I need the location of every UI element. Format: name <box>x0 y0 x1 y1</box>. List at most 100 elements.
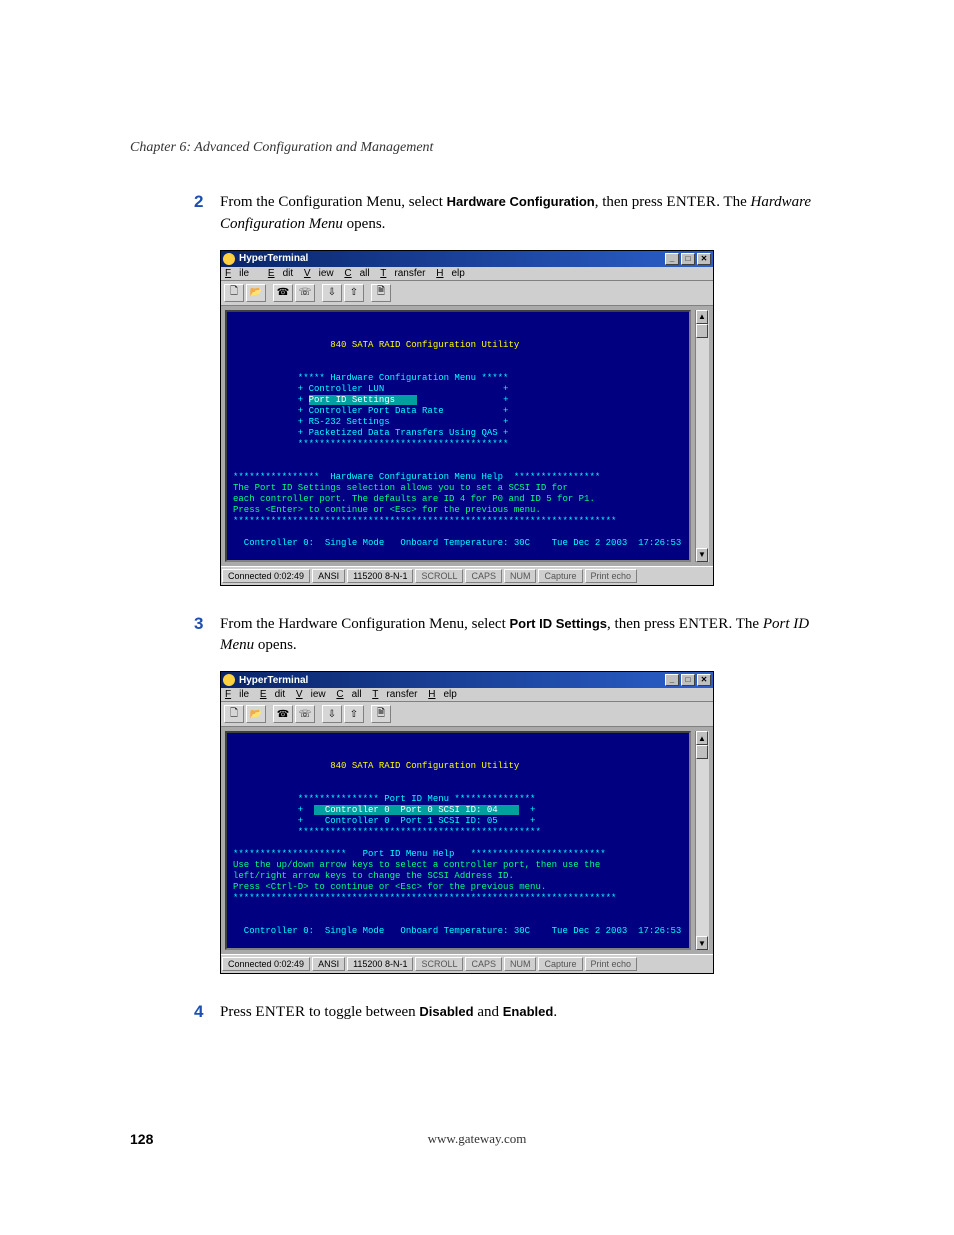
scrollbar[interactable]: ▲ ▼ <box>695 310 709 562</box>
term-line1: + Controller 0 Port 0 SCSI ID: 04 + <box>233 805 535 815</box>
menu-file[interactable]: File <box>225 689 249 700</box>
step-3-pre: From the Hardware Configuration Menu, se… <box>220 616 510 632</box>
tool-properties-icon[interactable]: 🗎 <box>371 284 391 302</box>
terminal-area[interactable]: 840 SATA RAID Configuration Utility ****… <box>225 310 691 562</box>
step-3: 3 From the Hardware Configuration Menu, … <box>220 614 824 658</box>
step-4-mid: to toggle between <box>305 1004 419 1020</box>
term-line4: + RS-232 Settings + <box>233 417 508 427</box>
menu-view[interactable]: View <box>304 268 334 279</box>
term-title: 840 SATA RAID Configuration Utility <box>233 761 519 771</box>
menubar[interactable]: File Edit View Call Transfer Help <box>221 267 713 281</box>
menu-call[interactable]: Call <box>336 689 361 700</box>
tool-disconnect-icon[interactable]: ☏ <box>295 705 315 723</box>
titlebar[interactable]: HyperTerminal _ □ ✕ <box>221 672 713 688</box>
app-icon <box>223 253 235 265</box>
status-num: NUM <box>504 569 537 583</box>
tool-send-icon[interactable]: ⇩ <box>322 705 342 723</box>
term-help-title: **************** Hardware Configuration … <box>233 472 600 482</box>
menu-file[interactable]: File <box>225 268 257 279</box>
term-title: 840 SATA RAID Configuration Utility <box>233 340 519 350</box>
scroll-track[interactable] <box>696 759 709 936</box>
scroll-down-icon[interactable]: ▼ <box>696 548 708 562</box>
step-3-num: 3 <box>194 612 203 637</box>
term-blank <box>233 750 238 760</box>
menu-transfer[interactable]: Transfer <box>380 268 425 279</box>
menu-help[interactable]: Help <box>436 268 465 279</box>
step-3-post1: . The <box>729 616 763 632</box>
resize-grip-icon[interactable] <box>697 955 713 973</box>
menu-edit[interactable]: Edit <box>260 689 285 700</box>
status-capture: Capture <box>538 569 582 583</box>
minimize-button[interactable]: _ <box>665 253 679 265</box>
scroll-thumb[interactable] <box>696 324 708 338</box>
menu-help[interactable]: Help <box>428 689 457 700</box>
tool-disconnect-icon[interactable]: ☏ <box>295 284 315 302</box>
term-blank3 <box>233 461 238 471</box>
term-line1: + Controller LUN + <box>233 384 508 394</box>
menu-view[interactable]: View <box>296 689 326 700</box>
toolbar: 🗋 📂 ☎ ☏ ⇩ ⇧ 🗎 <box>221 281 713 306</box>
window-title: HyperTerminal <box>239 675 308 686</box>
titlebar[interactable]: HyperTerminal _ □ ✕ <box>221 251 713 267</box>
step-2-mid: , then press <box>595 194 667 210</box>
tool-new-icon[interactable]: 🗋 <box>224 705 244 723</box>
term-blank2 <box>233 783 238 793</box>
menu-transfer[interactable]: Transfer <box>372 689 417 700</box>
step-2-post1: . The <box>716 194 750 210</box>
step-4-bold2: Enabled <box>503 1004 554 1019</box>
menu-edit[interactable]: Edit <box>268 268 293 279</box>
hyperterminal-window-2: HyperTerminal _ □ ✕ File Edit View Call … <box>220 671 714 974</box>
status-emulation: ANSI <box>312 569 345 583</box>
tool-receive-icon[interactable]: ⇧ <box>344 705 364 723</box>
tool-receive-icon[interactable]: ⇧ <box>344 284 364 302</box>
step-2: 2 From the Configuration Menu, select Ha… <box>220 192 824 236</box>
tool-connect-icon[interactable]: ☎ <box>273 705 293 723</box>
tool-open-icon[interactable]: 📂 <box>246 284 266 302</box>
scrollbar[interactable]: ▲ ▼ <box>695 731 709 950</box>
step-4-and: and <box>474 1004 503 1020</box>
resize-grip-icon[interactable] <box>697 567 713 585</box>
tool-open-icon[interactable]: 📂 <box>246 705 266 723</box>
minimize-button[interactable]: _ <box>665 674 679 686</box>
term-help3: Press <Ctrl-D> to continue or <Esc> for … <box>233 882 546 892</box>
close-button[interactable]: ✕ <box>697 674 711 686</box>
status-scroll: SCROLL <box>415 569 463 583</box>
maximize-button[interactable]: □ <box>681 253 695 265</box>
term-help1: The Port ID Settings selection allows yo… <box>233 483 568 493</box>
terminal-area[interactable]: 840 SATA RAID Configuration Utility ****… <box>225 731 691 950</box>
term-status-row: Controller 0: Single Mode Onboard Temper… <box>233 538 691 548</box>
scroll-track[interactable] <box>696 338 709 548</box>
window-title: HyperTerminal <box>239 253 308 264</box>
scroll-down-icon[interactable]: ▼ <box>696 936 708 950</box>
selected-item[interactable]: Controller 0 Port 0 SCSI ID: 04 <box>314 805 519 815</box>
step-4-bold1: Disabled <box>419 1004 473 1019</box>
term-help-title: ********************* Port ID Menu Help … <box>233 849 611 859</box>
term-line2: + Port ID Settings + <box>233 395 508 405</box>
term-blank4 <box>233 904 238 914</box>
term-blank3 <box>233 838 238 848</box>
tool-connect-icon[interactable]: ☎ <box>273 284 293 302</box>
tool-properties-icon[interactable]: 🗎 <box>371 705 391 723</box>
tool-send-icon[interactable]: ⇩ <box>322 284 342 302</box>
scroll-up-icon[interactable]: ▲ <box>696 310 708 324</box>
term-line3: + Controller Port Data Rate + <box>233 406 508 416</box>
step-2-bold: Hardware Configuration <box>447 194 595 209</box>
term-line6: *************************************** <box>233 439 508 449</box>
statusbar: Connected 0:02:49 ANSI 115200 8-N-1 SCRO… <box>221 954 713 973</box>
maximize-button[interactable]: □ <box>681 674 695 686</box>
footer-url: www.gateway.com <box>0 1131 954 1147</box>
selected-item[interactable]: Port ID Settings <box>309 395 417 405</box>
tool-new-icon[interactable]: 🗋 <box>224 284 244 302</box>
status-num: NUM <box>504 957 537 971</box>
menubar[interactable]: File Edit View Call Transfer Help <box>221 688 713 702</box>
close-button[interactable]: ✕ <box>697 253 711 265</box>
scroll-up-icon[interactable]: ▲ <box>696 731 708 745</box>
term-menu-title: *************** Port ID Menu ***********… <box>233 794 535 804</box>
menu-call[interactable]: Call <box>344 268 369 279</box>
term-help1: Use the up/down arrow keys to select a c… <box>233 860 600 870</box>
scroll-thumb[interactable] <box>696 745 708 759</box>
term-help4: ****************************************… <box>233 893 616 903</box>
step-2-post2: opens. <box>343 216 386 232</box>
status-caps: CAPS <box>465 957 502 971</box>
status-capture: Capture <box>538 957 582 971</box>
